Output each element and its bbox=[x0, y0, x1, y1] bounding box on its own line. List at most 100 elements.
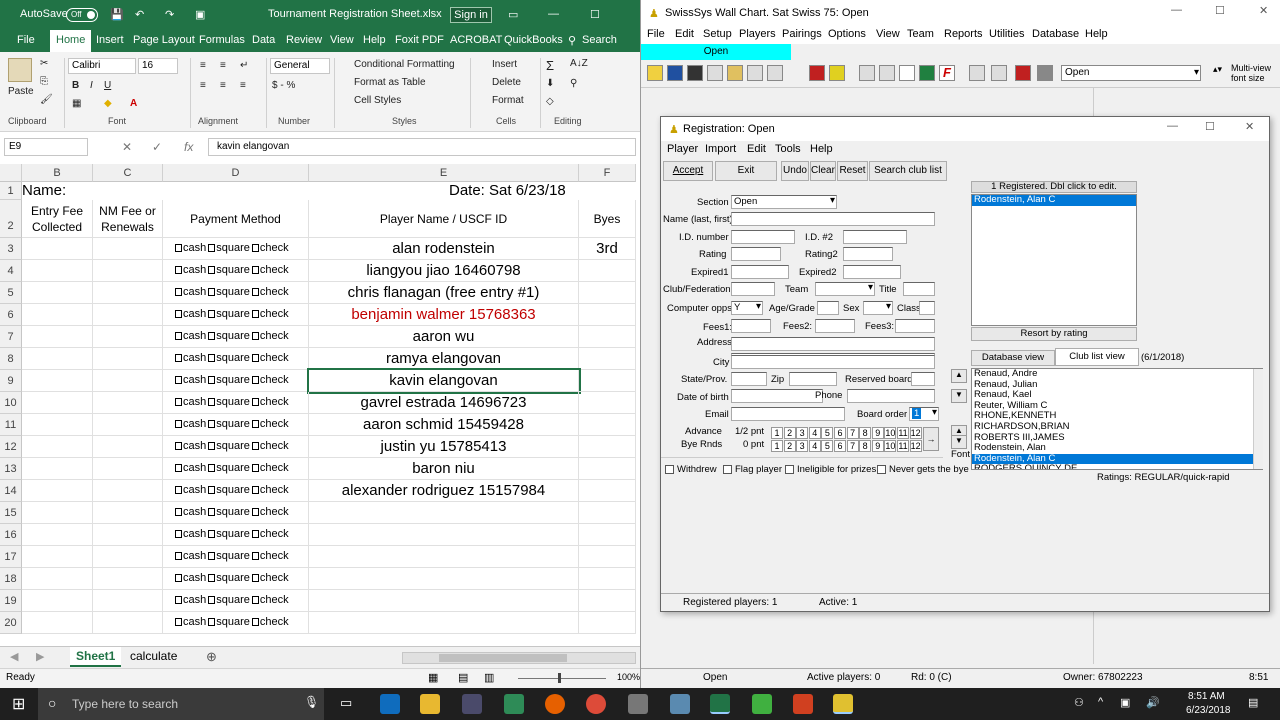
row-header[interactable]: 20 bbox=[0, 612, 22, 634]
nm-fee-cell[interactable] bbox=[93, 282, 163, 304]
player-name-cell[interactable] bbox=[309, 568, 579, 590]
save-icon[interactable] bbox=[667, 65, 683, 81]
tab-scroll-left-icon[interactable]: ◀ bbox=[10, 650, 18, 663]
payment-method-header[interactable]: Payment Method bbox=[163, 200, 309, 238]
round-cell[interactable]: 6 bbox=[834, 440, 846, 452]
swisssys-icon[interactable] bbox=[833, 694, 853, 714]
round-cell[interactable]: 9 bbox=[871, 440, 884, 452]
byes-cell[interactable] bbox=[579, 282, 636, 304]
byes-cell[interactable] bbox=[579, 436, 636, 458]
nm-fee-cell[interactable] bbox=[93, 612, 163, 634]
tab-acrobat[interactable]: ACROBAT bbox=[450, 34, 502, 46]
tab-home[interactable]: Home bbox=[50, 30, 92, 52]
tab-insert[interactable]: Insert bbox=[96, 34, 124, 46]
entry-fee-cell[interactable] bbox=[22, 304, 93, 326]
formula-input[interactable]: kavin elangovan bbox=[208, 138, 636, 156]
payment-options-cell[interactable]: cash square check bbox=[163, 612, 309, 634]
fill-icon[interactable]: ⬇ bbox=[546, 78, 554, 89]
sort-filter-icon[interactable]: A↓Z bbox=[570, 58, 588, 69]
address-input[interactable] bbox=[731, 337, 935, 351]
tools-icon[interactable] bbox=[747, 65, 763, 81]
fees3-input[interactable] bbox=[895, 319, 935, 333]
find-icon[interactable]: ⚲ bbox=[570, 78, 577, 89]
menu-pairings[interactable]: Pairings bbox=[782, 28, 822, 40]
clipboard-icon[interactable] bbox=[8, 58, 32, 82]
clear-button[interactable]: Clear bbox=[810, 161, 836, 181]
row-header[interactable]: 19 bbox=[0, 590, 22, 612]
report-icon[interactable] bbox=[829, 65, 845, 81]
open-folder-icon[interactable] bbox=[647, 65, 663, 81]
row-header[interactable]: 18 bbox=[0, 568, 22, 590]
round-cell[interactable]: 7 bbox=[846, 427, 859, 439]
row-header[interactable]: 2 bbox=[0, 200, 22, 238]
round-cell[interactable]: 10 bbox=[884, 440, 897, 452]
state-input[interactable] bbox=[731, 372, 767, 386]
entry-fee-cell[interactable] bbox=[22, 502, 93, 524]
row-header[interactable]: 5 bbox=[0, 282, 22, 304]
file-explorer-icon[interactable] bbox=[420, 694, 440, 714]
player-name-cell[interactable]: aaron schmid 15459428 bbox=[309, 414, 579, 436]
payment-options-cell[interactable]: cash square check bbox=[163, 480, 309, 502]
nm-fee-cell[interactable] bbox=[93, 414, 163, 436]
byes-header[interactable]: Byes bbox=[579, 200, 636, 238]
round-cell[interactable]: 8 bbox=[859, 427, 872, 439]
align-top-icon[interactable]: ≡ bbox=[200, 60, 206, 71]
section-select[interactable]: Open bbox=[731, 195, 837, 209]
round-cell[interactable]: 4 bbox=[808, 440, 821, 452]
app-icon[interactable] bbox=[670, 694, 690, 714]
player-name-cell[interactable]: justin yu 15785413 bbox=[309, 436, 579, 458]
calculator-icon[interactable] bbox=[991, 65, 1007, 81]
entry-fee-cell[interactable] bbox=[22, 524, 93, 546]
number-format-select[interactable]: General bbox=[270, 58, 330, 74]
recorder-icon[interactable] bbox=[793, 694, 813, 714]
player-name-cell[interactable]: chris flanagan (free entry #1) bbox=[309, 282, 579, 304]
row-header[interactable]: 7 bbox=[0, 326, 22, 348]
round-cell[interactable]: 1 bbox=[771, 440, 783, 452]
payment-options-cell[interactable]: cash square check bbox=[163, 524, 309, 546]
row-header[interactable]: 10 bbox=[0, 392, 22, 414]
sheet-tab-sheet1[interactable]: Sheet1 bbox=[70, 647, 122, 667]
menu-file[interactable]: File bbox=[647, 28, 665, 40]
firefox-icon[interactable] bbox=[545, 694, 565, 714]
player-name-cell[interactable] bbox=[309, 546, 579, 568]
byes-cell[interactable] bbox=[579, 370, 636, 392]
nm-fee-header[interactable]: NM Fee or Renewals bbox=[93, 200, 163, 238]
byes-cell[interactable] bbox=[579, 568, 636, 590]
byes-cell[interactable] bbox=[579, 590, 636, 612]
phone-input[interactable] bbox=[847, 389, 935, 403]
round-cell[interactable]: 12 bbox=[909, 440, 922, 452]
entry-fee-cell[interactable] bbox=[22, 612, 93, 634]
currency-icon[interactable]: $ - % bbox=[272, 80, 295, 91]
tray-chevron-icon[interactable]: ^ bbox=[1098, 696, 1103, 708]
save-icon[interactable]: 💾 bbox=[110, 8, 124, 21]
autosave-toggle[interactable]: Off bbox=[66, 8, 98, 22]
align-left-icon[interactable]: ≡ bbox=[200, 80, 206, 91]
wave-icon[interactable] bbox=[919, 65, 935, 81]
entry-fee-cell[interactable] bbox=[22, 458, 93, 480]
grid-icon[interactable] bbox=[1037, 65, 1053, 81]
menu-tools[interactable]: Tools bbox=[775, 143, 801, 155]
entry-fee-cell[interactable] bbox=[22, 238, 93, 260]
club-list[interactable]: Renaud, Andre Renaud, Julian Renaud, Kael R… bbox=[971, 368, 1263, 470]
dob-input[interactable] bbox=[731, 389, 823, 403]
tab-search[interactable]: Search bbox=[582, 34, 617, 46]
camera-icon[interactable]: ▣ bbox=[195, 8, 205, 21]
autosum-icon[interactable]: Σ bbox=[546, 58, 554, 73]
signin-button[interactable]: Sign in bbox=[450, 7, 492, 23]
zoom-slider[interactable] bbox=[518, 673, 606, 683]
city-input[interactable] bbox=[731, 355, 935, 369]
scrollbar-thumb[interactable] bbox=[439, 654, 567, 662]
cut-icon[interactable]: ✂ bbox=[40, 58, 48, 69]
tab-foxit[interactable]: Foxit PDF bbox=[395, 34, 444, 46]
registered-list-item[interactable]: Rodenstein, Alan C bbox=[972, 195, 1136, 206]
entry-fee-cell[interactable] bbox=[22, 326, 93, 348]
zoom-level[interactable]: 100% bbox=[617, 672, 640, 682]
name-input[interactable] bbox=[731, 212, 935, 226]
round-cell[interactable]: 2 bbox=[783, 440, 796, 452]
function-icon[interactable]: fx bbox=[184, 140, 193, 154]
row-header[interactable]: 14 bbox=[0, 480, 22, 502]
borders-icon[interactable]: ▦ bbox=[72, 98, 81, 109]
menu-team[interactable]: Team bbox=[907, 28, 934, 40]
maximize-icon[interactable]: ☐ bbox=[1205, 120, 1215, 133]
cell-styles-button[interactable]: Cell Styles bbox=[354, 95, 401, 106]
